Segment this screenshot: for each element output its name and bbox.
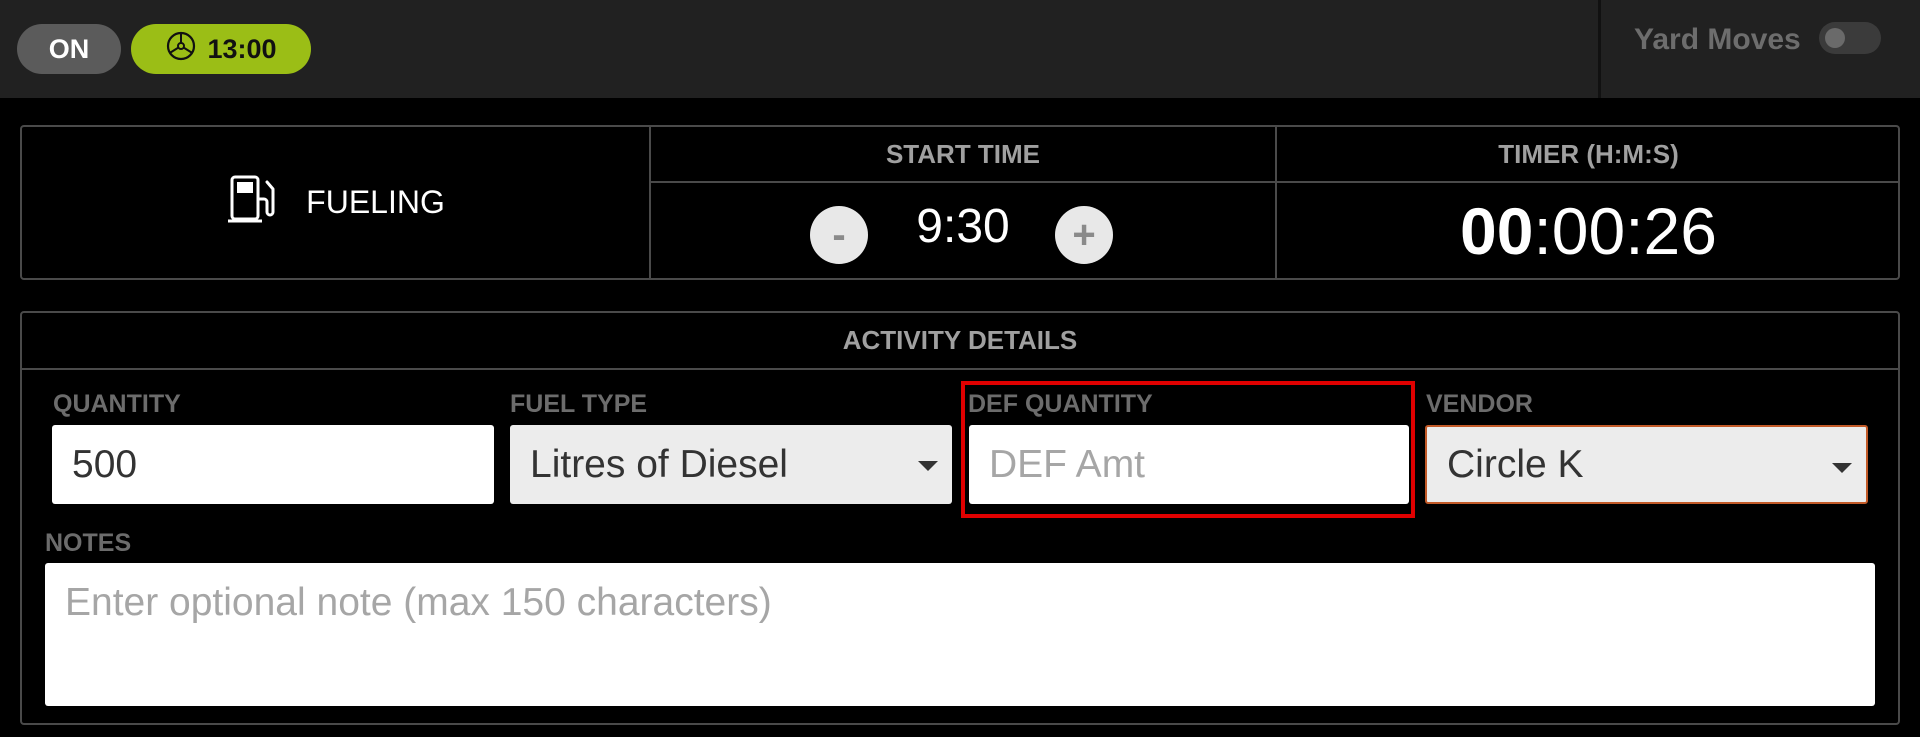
top-status-bar: ON 13:00 Yard Moves — [0, 0, 1920, 98]
duty-status-button[interactable]: ON — [17, 24, 121, 74]
timer-value: 00:00:26 — [1277, 193, 1900, 268]
quantity-input[interactable]: 500 — [52, 425, 494, 504]
timer-hours: 00 — [1460, 194, 1534, 268]
activity-type: FUELING — [22, 127, 649, 278]
vendor-select[interactable]: Circle K — [1425, 425, 1868, 504]
increment-start-time-button[interactable]: + — [1055, 206, 1113, 264]
vendor-selected: Circle K — [1447, 442, 1584, 486]
fuel-pump-icon — [226, 173, 284, 233]
steering-wheel-icon — [165, 30, 197, 69]
start-time-value: 9:30 — [916, 200, 1010, 253]
toggle-knob — [1825, 28, 1845, 48]
timer-column: TIMER (H:M:S) 00:00:26 — [1277, 127, 1900, 278]
fuel-type-label: FUEL TYPE — [510, 390, 648, 418]
notes-label: NOTES — [45, 529, 132, 557]
fuel-type-select[interactable]: Litres of Diesel — [510, 425, 952, 504]
fuel-type-selected: Litres of Diesel — [530, 442, 788, 486]
def-quantity-highlight — [961, 381, 1415, 518]
duty-status-label: ON — [48, 33, 90, 64]
start-time-header: START TIME — [651, 127, 1275, 183]
activity-summary-panel: FUELING START TIME - 9:30 + TIMER (H:M:S… — [20, 125, 1900, 280]
activity-name: FUELING — [306, 184, 445, 220]
drive-time-badge[interactable]: 13:00 — [131, 24, 311, 74]
timer-header: TIMER (H:M:S) — [1277, 127, 1900, 183]
chevron-down-icon — [1832, 463, 1852, 473]
yard-moves-toggle[interactable] — [1819, 22, 1881, 54]
chevron-down-icon — [918, 461, 938, 471]
activity-details-header: ACTIVITY DETAILS — [22, 313, 1898, 370]
topbar-divider — [1598, 0, 1601, 98]
start-time-column: START TIME - 9:30 + — [651, 127, 1275, 278]
drive-time-value: 13:00 — [207, 33, 277, 64]
timer-minutes-seconds: :00:26 — [1533, 194, 1717, 268]
quantity-label: QUANTITY — [53, 390, 181, 418]
yard-moves-label: Yard Moves — [1634, 23, 1801, 56]
notes-textarea[interactable]: Enter optional note (max 150 characters) — [45, 563, 1875, 706]
vendor-label: VENDOR — [1426, 390, 1533, 418]
